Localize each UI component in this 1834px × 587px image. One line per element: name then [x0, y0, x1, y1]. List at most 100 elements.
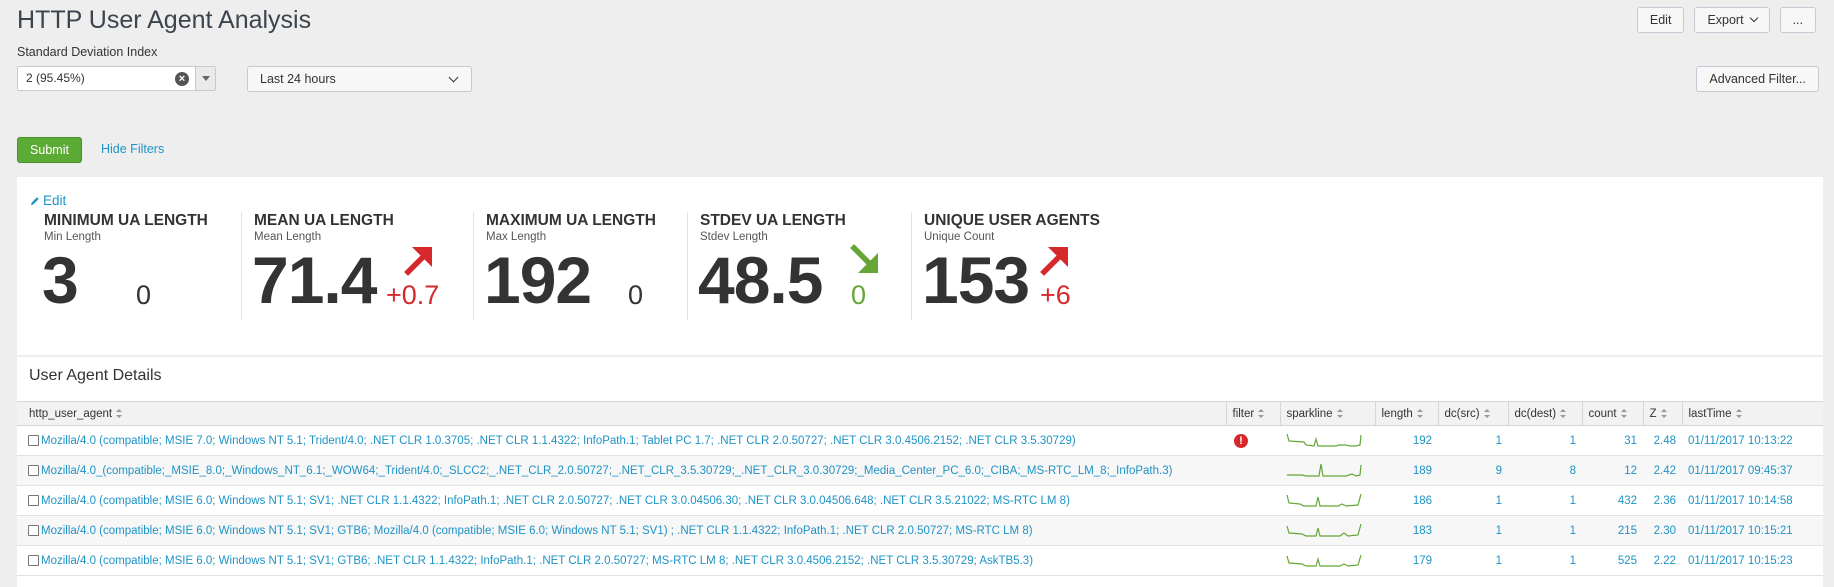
sparkline-cell [1280, 515, 1375, 546]
kpi-delta: +6 [1040, 280, 1071, 310]
user-agent-link[interactable]: Mozilla/4.0 (compatible; MSIE 6.0; Windo… [41, 495, 1070, 507]
hide-filters-link[interactable]: Hide Filters [101, 142, 164, 156]
user-agent-link[interactable]: Mozilla/4.0 (compatible; MSIE 6.0; Windo… [41, 525, 1033, 537]
z-cell: 2.42 [1643, 455, 1682, 486]
column-label: http_user_agent [29, 407, 113, 420]
row-checkbox[interactable] [28, 524, 39, 536]
row-checkbox[interactable] [28, 494, 39, 506]
filter-cell [1226, 545, 1280, 576]
sort-icon [1258, 408, 1265, 418]
sparkline [1286, 433, 1362, 447]
kpi-value: 192 [484, 243, 592, 317]
row-checkbox[interactable] [28, 434, 39, 446]
kpi-mean-ua-length: MEAN UA LENGTH Mean Length 71.4 +0.7 [241, 212, 473, 320]
trend-up-arrow-icon [404, 247, 432, 276]
column-label: filter [1232, 407, 1255, 420]
sort-icon [1620, 408, 1627, 418]
lasttime-cell: 01/11/2017 10:15:23 [1682, 545, 1823, 576]
count-cell: 215 [1582, 515, 1643, 546]
column-label: Z [1649, 407, 1657, 420]
lasttime-cell: 01/11/2017 10:14:58 [1682, 485, 1823, 516]
kpi-unique-user-agents: UNIQUE USER AGENTS Unique Count 153 +6 [911, 212, 1121, 320]
lasttime-cell: 01/11/2017 09:45:37 [1682, 455, 1823, 486]
column-header-dc-src[interactable]: dc(src) [1437, 401, 1508, 426]
clear-icon[interactable]: × [175, 72, 189, 86]
sort-icon [1560, 408, 1567, 418]
user-agent-link[interactable]: Mozilla/4.0_(compatible;_MSIE_8.0;_Windo… [41, 465, 1172, 477]
time-range-picker[interactable]: Last 24 hours [247, 66, 472, 92]
user-agent-table: http_user_agent filter sparkline length … [17, 401, 1823, 576]
dc-dest-cell: 8 [1508, 455, 1582, 486]
z-cell: 2.22 [1643, 545, 1682, 576]
column-label: dc(src) [1444, 407, 1480, 420]
more-label: ... [1792, 13, 1803, 27]
user-agent-cell[interactable]: Mozilla/4.0 (compatible; MSIE 6.0; Windo… [17, 485, 1226, 516]
page-title: HTTP User Agent Analysis [17, 6, 312, 34]
column-label: sparkline [1286, 407, 1333, 420]
more-actions-button[interactable]: ... [1779, 7, 1816, 33]
sort-icon [1336, 408, 1343, 418]
sd-index-select[interactable]: 2 (95.45%) × [17, 66, 216, 91]
length-cell: 186 [1375, 485, 1438, 516]
dc-src-cell: 9 [1438, 455, 1508, 486]
user-agent-cell[interactable]: Mozilla/4.0_(compatible;_MSIE_8.0;_Windo… [17, 455, 1226, 486]
error-icon: ! [1234, 433, 1248, 448]
time-range-value: Last 24 hours [260, 72, 336, 86]
user-agent-cell[interactable]: Mozilla/4.0 (compatible; MSIE 6.0; Windo… [17, 515, 1226, 546]
table-row: Mozilla/4.0 (compatible; MSIE 6.0; Windo… [17, 545, 1823, 576]
column-header-z[interactable]: Z [1642, 401, 1682, 426]
z-cell: 2.36 [1643, 485, 1682, 516]
kpi-delta: 0 [628, 280, 644, 310]
column-label: count [1588, 407, 1617, 420]
column-header-filter[interactable]: filter [1225, 401, 1280, 426]
column-header-lasttime[interactable]: lastTime [1681, 401, 1823, 426]
row-checkbox[interactable] [28, 554, 39, 566]
submit-button[interactable]: Submit [17, 137, 82, 163]
export-button[interactable]: Export [1694, 7, 1770, 33]
sparkline [1286, 493, 1362, 507]
sort-icon [116, 408, 123, 418]
count-cell: 31 [1582, 425, 1643, 456]
column-header-http-user-agent[interactable]: http_user_agent [17, 401, 1226, 426]
column-header-length[interactable]: length [1374, 401, 1438, 426]
sparkline [1286, 523, 1362, 537]
user-agent-link[interactable]: Mozilla/4.0 (compatible; MSIE 6.0; Windo… [41, 555, 1033, 567]
filter-cell [1226, 515, 1280, 546]
edit-dashboard-button[interactable]: Edit [1636, 7, 1685, 33]
table-row: Mozilla/4.0 (compatible; MSIE 6.0; Windo… [17, 515, 1823, 546]
sort-icon [1416, 408, 1423, 418]
sort-icon [1660, 408, 1667, 418]
table-row: Mozilla/4.0 (compatible; MSIE 6.0; Windo… [17, 485, 1823, 516]
dc-dest-cell: 1 [1508, 545, 1582, 576]
export-label: Export [1707, 13, 1744, 27]
user-agent-link[interactable]: Mozilla/4.0 (compatible; MSIE 7.0; Windo… [41, 435, 1076, 447]
count-cell: 12 [1582, 455, 1643, 486]
column-label: lastTime [1688, 407, 1732, 420]
length-cell: 179 [1375, 545, 1438, 576]
kpi-title: MEAN UA LENGTH [254, 212, 394, 229]
kpi-value: 71.4 [252, 243, 377, 317]
lasttime-cell: 01/11/2017 10:15:21 [1682, 515, 1823, 546]
advanced-filter-button[interactable]: Advanced Filter... [1696, 66, 1819, 92]
column-label: length [1381, 407, 1413, 420]
column-header-dc-dest[interactable]: dc(dest) [1507, 401, 1582, 426]
count-cell: 432 [1582, 485, 1643, 516]
length-cell: 192 [1375, 425, 1438, 456]
panel-edit-link[interactable]: Edit [30, 193, 66, 208]
dc-src-cell: 1 [1438, 485, 1508, 516]
panel-edit-label: Edit [43, 193, 67, 208]
column-header-count[interactable]: count [1581, 401, 1643, 426]
dropdown-toggle-icon[interactable] [195, 67, 215, 90]
dc-dest-cell: 1 [1508, 515, 1582, 546]
column-header-sparkline[interactable]: sparkline [1279, 401, 1375, 426]
user-agent-cell[interactable]: Mozilla/4.0 (compatible; MSIE 6.0; Windo… [17, 545, 1226, 576]
table-header-row: http_user_agent filter sparkline length … [17, 401, 1823, 426]
user-agent-cell[interactable]: Mozilla/4.0 (compatible; MSIE 7.0; Windo… [17, 425, 1226, 456]
filter-cell [1226, 455, 1280, 486]
kpi-value: 153 [922, 243, 1030, 317]
dc-src-cell: 1 [1438, 545, 1508, 576]
advanced-filter-label: Advanced Filter... [1709, 72, 1806, 86]
row-checkbox[interactable] [28, 464, 39, 476]
trend-up-arrow-icon [1040, 247, 1068, 276]
edit-dashboard-label: Edit [1649, 13, 1672, 27]
